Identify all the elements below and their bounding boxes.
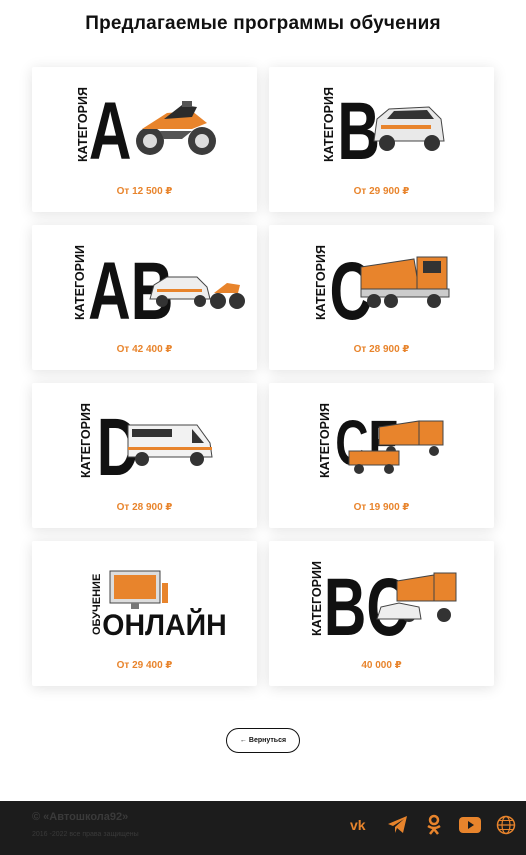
program-card-a[interactable]: КАТЕГОРИЯ A От 12 500 ₽ (32, 67, 257, 212)
program-card-bc[interactable]: КАТЕГОРИИ BC 40 000 ₽ (269, 541, 494, 686)
car-icon (373, 106, 445, 151)
back-button[interactable]: ← Вернуться (226, 728, 300, 753)
dump-truck-icon (360, 256, 450, 308)
program-card-d[interactable]: КАТЕГОРИЯ D От 28 900 ₽ (32, 383, 257, 528)
card-letter: ОНЛАЙН (102, 607, 226, 642)
card-price: От 28 900 ₽ (353, 344, 410, 355)
category-b-illustration: КАТЕГОРИЯ B (322, 86, 445, 178)
program-card-b[interactable]: КАТЕГОРИЯ B От 29 900 ₽ (269, 67, 494, 212)
category-ce-illustration: КАТЕГОРИЯ CE (318, 403, 444, 479)
footer: © «Автошкола92» 2016 -2022 все права защ… (0, 801, 526, 855)
globe-icon[interactable] (494, 813, 518, 837)
program-card-ab[interactable]: КАТЕГОРИИ AB От 42 400 ₽ (32, 225, 257, 370)
program-card-ce[interactable]: КАТЕГОРИЯ CE От 19 900 ₽ (269, 383, 494, 528)
card-word: КАТЕГОРИИ (73, 245, 87, 320)
card-word: КАТЕГОРИЯ (79, 403, 93, 478)
online-learning-illustration: ОБУЧЕНИЕ ОНЛАЙН (91, 570, 227, 642)
card-word: КАТЕГОРИИ (310, 561, 324, 636)
card-price: От 28 900 ₽ (116, 502, 173, 513)
card-price: От 29 900 ₽ (353, 186, 410, 197)
category-ab-illustration: КАТЕГОРИИ AB (73, 245, 245, 337)
card-price: От 19 900 ₽ (353, 502, 410, 513)
social-links: vk (350, 813, 518, 837)
vk-icon[interactable]: vk (350, 813, 374, 837)
category-a-illustration: КАТЕГОРИЯ A (76, 86, 216, 178)
minibus-icon (127, 424, 213, 466)
page-title: Предлагаемые программы обучения (85, 13, 441, 34)
monitor-icon (109, 570, 168, 609)
category-c-illustration: КАТЕГОРИЯ C (314, 245, 450, 337)
odnoklassniki-icon[interactable] (422, 813, 446, 837)
card-word: ОБУЧЕНИЕ (91, 574, 103, 635)
card-word: КАТЕГОРИЯ (322, 87, 336, 162)
card-word: КАТЕГОРИЯ (314, 245, 328, 320)
card-word: КАТЕГОРИЯ (318, 403, 332, 478)
card-letter: A (89, 86, 132, 178)
motorcycle-icon (136, 101, 216, 155)
arrow-left-icon: ← (239, 737, 247, 744)
car-and-motorcycle-icon (149, 276, 245, 309)
telegram-icon[interactable] (386, 813, 410, 837)
program-card-c[interactable]: КАТЕГОРИЯ C От 28 900 ₽ (269, 225, 494, 370)
card-price: От 29 400 ₽ (116, 660, 173, 671)
card-word: КАТЕГОРИЯ (76, 87, 90, 162)
svg-text:vk: vk (350, 817, 366, 833)
category-d-illustration: КАТЕГОРИЯ D (79, 402, 213, 493)
youtube-icon[interactable] (458, 813, 482, 837)
card-price: От 42 400 ₽ (116, 344, 173, 355)
footer-rights: 2016 -2022 все права защищены (32, 831, 139, 838)
footer-copyright: © «Автошкола92» (32, 811, 129, 823)
program-card-online[interactable]: ОБУЧЕНИЕ ОНЛАЙН От 29 400 ₽ (32, 541, 257, 686)
card-letter: B (337, 86, 380, 178)
category-bc-illustration: КАТЕГОРИИ BC (310, 561, 457, 653)
card-price: 40 000 ₽ (361, 660, 402, 671)
card-price: От 12 500 ₽ (116, 186, 173, 197)
back-button-label: Вернуться (248, 737, 287, 744)
